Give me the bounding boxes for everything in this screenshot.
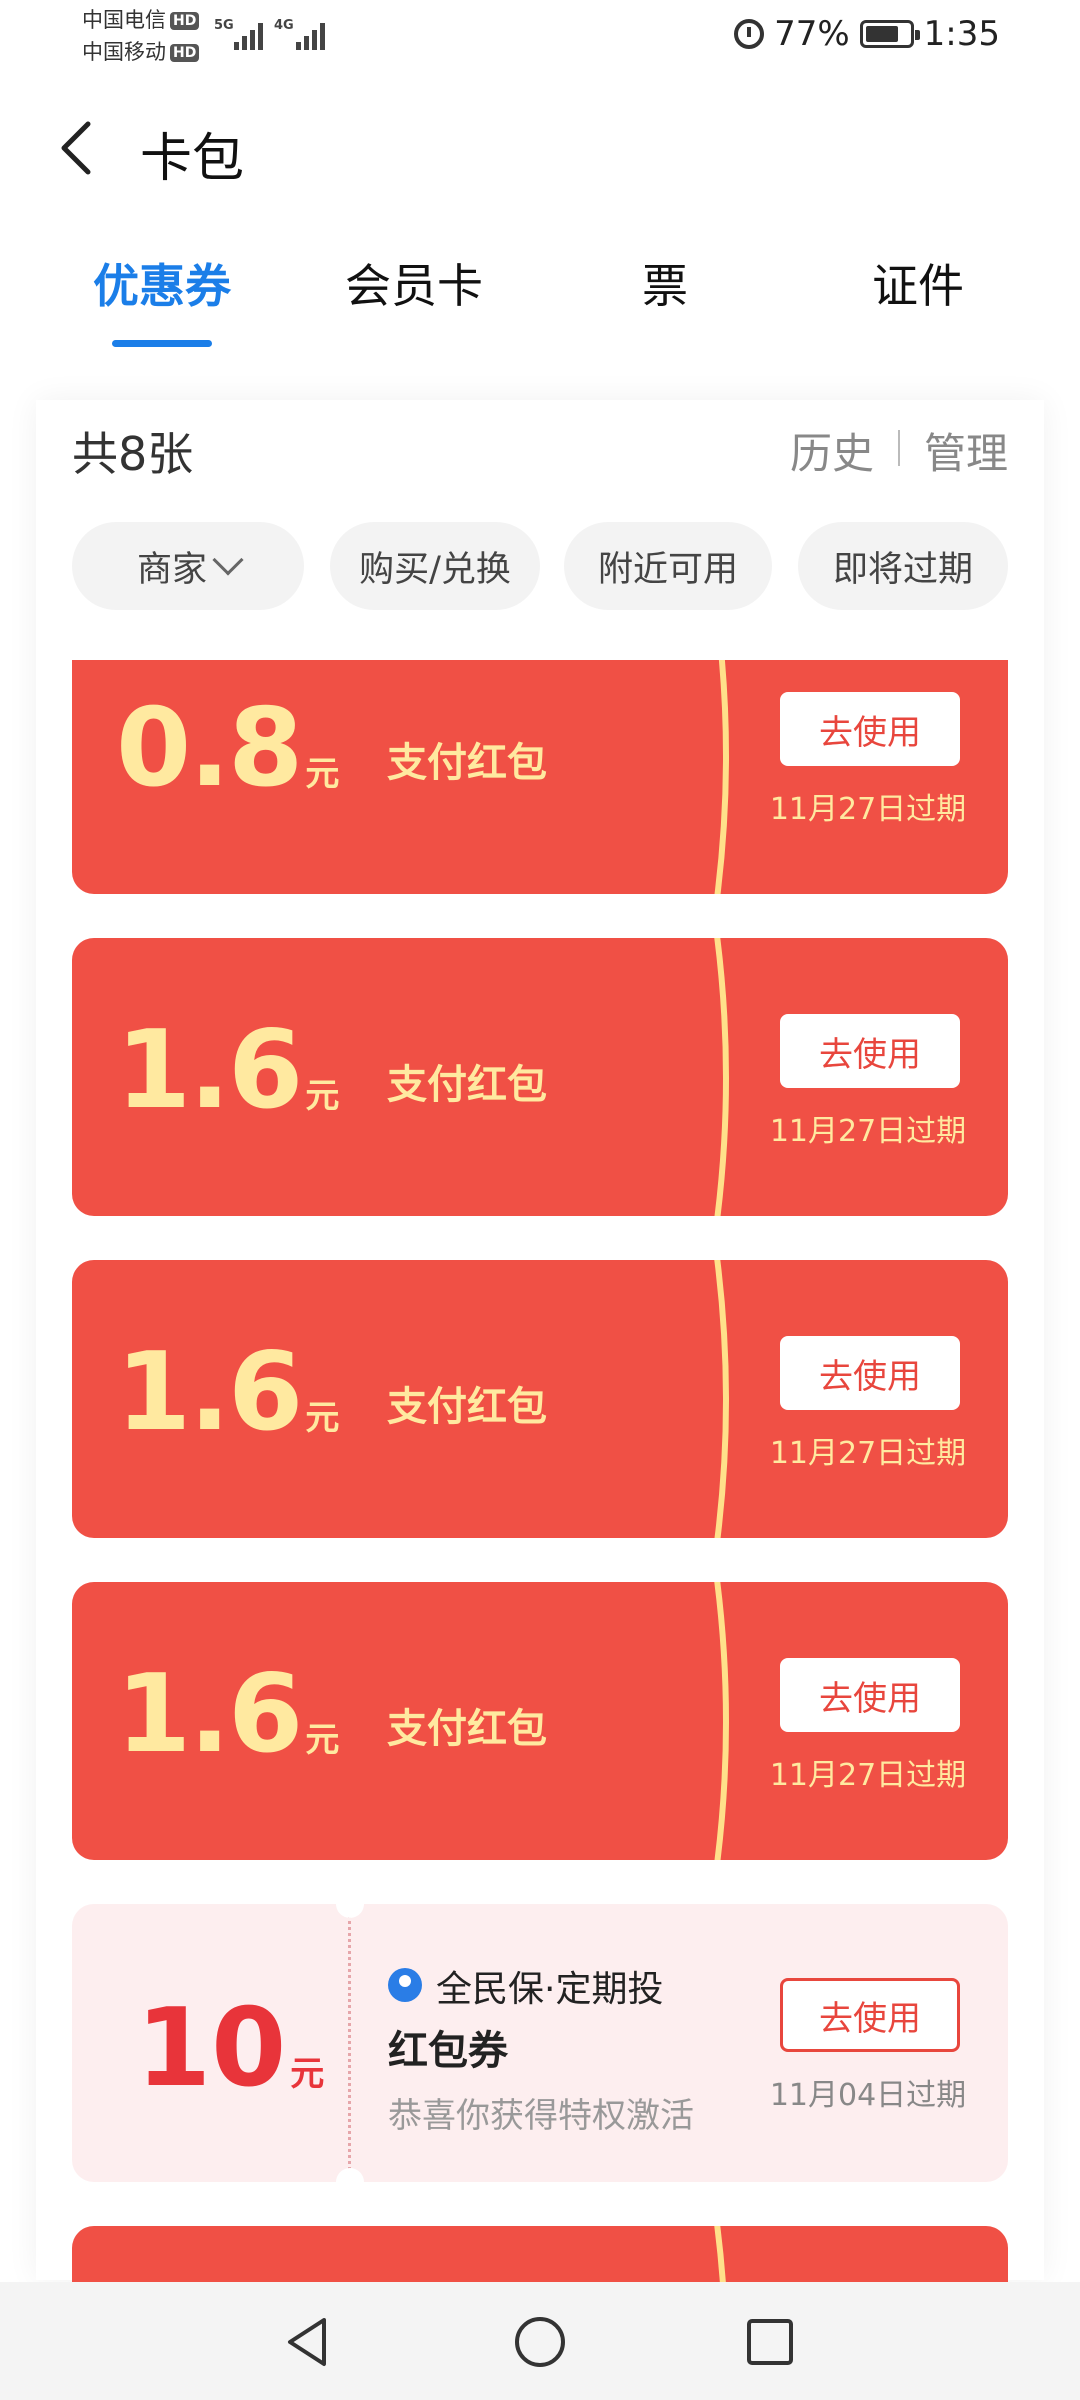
coupon-card-special[interactable]: 10 元 全民保·定期投 红包券 恭喜你获得特权激活 去使用 11月04日过期: [72, 1904, 1008, 2182]
coupon-expiry: 11月27日过期: [769, 1758, 967, 1793]
status-bar: 中国电信 HD 中国移动 HD 5G 4G 77% 1:35: [0, 0, 1080, 72]
tab-member-cards[interactable]: 会员卡: [314, 250, 514, 316]
status-right-group: 77% 1:35: [734, 14, 1000, 54]
coupon-amount-value: 1.6: [116, 1330, 303, 1455]
coupon-expiry: 11月04日过期: [769, 2078, 967, 2113]
recent-square-icon[interactable]: [740, 2312, 800, 2372]
manage-link[interactable]: 管理: [924, 420, 1008, 481]
coupon-unit: 元: [305, 1398, 340, 1438]
filter-merchant[interactable]: 商家: [72, 522, 304, 610]
use-button[interactable]: 去使用: [780, 692, 960, 766]
battery-percent: 77%: [774, 14, 850, 54]
ticket-notch: [336, 1904, 364, 1918]
coupon-card[interactable]: 1.6 元 支付红包 去使用 11月27日过期: [72, 1260, 1008, 1538]
active-tab-indicator: [112, 340, 212, 347]
system-nav-bar: [0, 2282, 1080, 2400]
hd-badge: HD: [170, 12, 200, 30]
history-link[interactable]: 历史: [790, 420, 874, 481]
use-button[interactable]: 去使用: [780, 1658, 960, 1732]
coupon-amount: 0.8 元: [116, 686, 339, 811]
coupon-expiry: 11月27日过期: [769, 1436, 967, 1471]
coupon-divider-curve: [714, 938, 729, 1216]
tab-certificates[interactable]: 证件: [818, 250, 1018, 316]
coupon-amount: 10 元: [136, 1986, 324, 2111]
coupon-brand: 全民保·定期投: [436, 1969, 664, 2010]
coupon-amount-value: 1.6: [116, 1008, 303, 1133]
coupon-name: 支付红包: [387, 1384, 547, 1430]
use-button[interactable]: 去使用: [780, 1014, 960, 1088]
filter-bar: 商家 购买/兑换 附近可用 即将过期: [72, 522, 1012, 612]
filter-expiring-soon[interactable]: 即将过期: [798, 522, 1008, 610]
coupon-description: 恭喜你获得特权激活: [388, 2096, 694, 2136]
battery-icon: [859, 20, 920, 48]
carrier-mobile: 中国移动 HD: [82, 40, 200, 64]
filter-purchase-exchange[interactable]: 购买/兑换: [330, 522, 540, 610]
back-triangle-icon[interactable]: [278, 2312, 338, 2372]
page-title: 卡包: [140, 129, 245, 189]
tab-bar: 优惠券 会员卡 票 证件: [0, 250, 1080, 360]
user-shield-icon: [388, 1968, 422, 2002]
alarm-icon: [734, 19, 765, 49]
home-circle-icon[interactable]: [510, 2312, 570, 2372]
coupon-name: 支付红包: [387, 1706, 547, 1752]
filter-nearby[interactable]: 附近可用: [564, 522, 772, 610]
coupon-divider-curve: [714, 660, 729, 894]
divider: [898, 430, 900, 466]
coupon-divider-curve: [714, 1260, 729, 1538]
coupon-amount-value: 1.6: [116, 1652, 303, 1777]
coupon-name: 支付红包: [387, 740, 547, 786]
net-4g-label: 4G: [274, 18, 294, 33]
coupon-amount-value: 10: [136, 1986, 287, 2111]
coupon-card[interactable]: 1.6 元 支付红包 去使用 11月27日过期: [72, 1582, 1008, 1860]
coupon-divider-curve: [714, 2226, 726, 2282]
coupon-amount: 1.6 元: [116, 1330, 339, 1455]
coupon-unit: 元: [305, 754, 340, 794]
net-5g-label: 5G: [214, 18, 234, 33]
hd-badge: HD: [170, 44, 200, 62]
signal-icon: [234, 20, 263, 50]
use-button[interactable]: 去使用: [780, 1336, 960, 1410]
coupon-expiry: 11月27日过期: [769, 792, 967, 827]
carrier-telecom-label: 中国电信: [82, 8, 166, 32]
coupon-amount: 1.6 元: [116, 1652, 339, 1777]
perforation-line: [348, 1904, 351, 2182]
tab-tickets[interactable]: 票: [565, 250, 765, 316]
coupon-card[interactable]: 1.6 元 支付红包 去使用 11月27日过期: [72, 938, 1008, 1216]
use-button[interactable]: 去使用: [780, 1978, 960, 2052]
coupon-name: 支付红包: [387, 1062, 547, 1108]
coupon-expiry: 11月27日过期: [769, 1114, 967, 1149]
coupon-amount-value: 0.8: [116, 686, 303, 811]
coupon-title: 红包券: [388, 2028, 508, 2074]
coupon-card[interactable]: [72, 2226, 1008, 2282]
coupon-divider-curve: [714, 1582, 729, 1860]
coupon-amount: 1.6 元: [116, 1008, 339, 1133]
ticket-notch: [336, 2168, 364, 2182]
chevron-down-icon: [212, 544, 244, 576]
signal-icon: [296, 20, 325, 50]
header: 卡包: [0, 100, 1080, 200]
coupon-unit: 元: [290, 2054, 325, 2094]
battery-fill: [865, 26, 898, 42]
coupon-unit: 元: [305, 1076, 340, 1116]
tab-coupons[interactable]: 优惠券: [62, 250, 262, 316]
back-arrow-icon[interactable]: [50, 118, 110, 178]
coupon-list[interactable]: 0.8 元 支付红包 去使用 11月27日过期 1.6 元 支付红包 去使用 11月…: [72, 660, 1008, 2282]
coupon-unit: 元: [305, 1720, 340, 1760]
filter-merchant-label: 商家: [136, 549, 207, 590]
coupon-count: 共8张: [72, 427, 194, 481]
coupon-card[interactable]: 0.8 元 支付红包 去使用 11月27日过期: [72, 660, 1008, 894]
clock: 1:35: [923, 14, 1000, 54]
carrier-mobile-label: 中国移动: [82, 40, 166, 64]
carrier-telecom: 中国电信 HD: [82, 8, 200, 32]
